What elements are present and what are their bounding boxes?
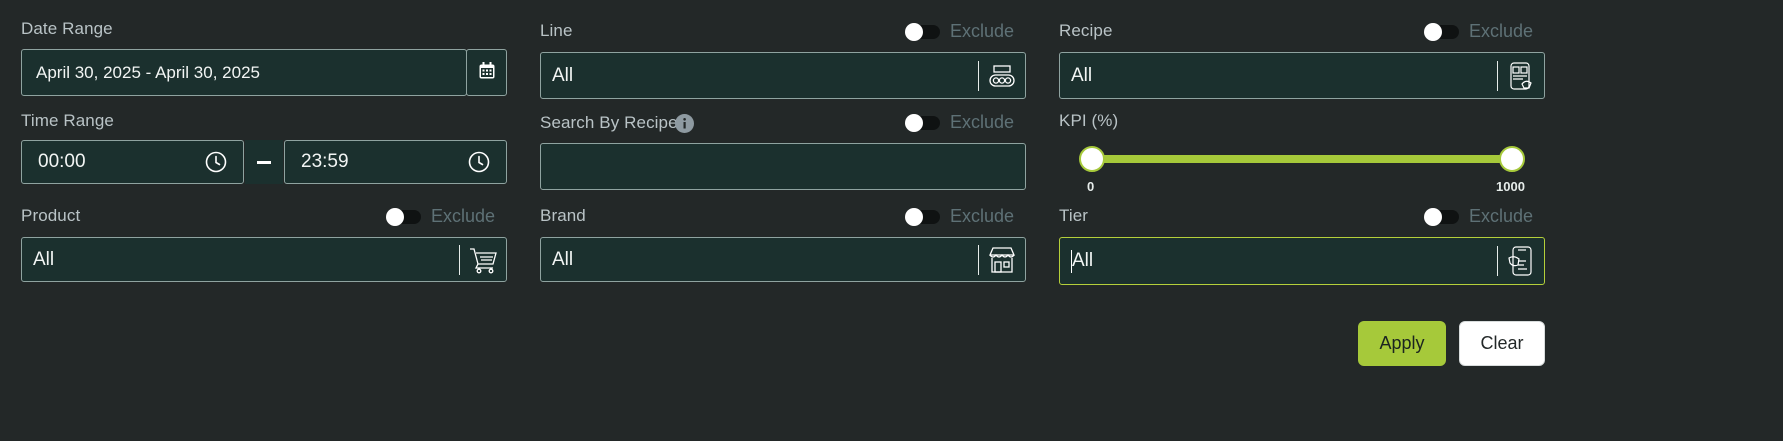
toggle-track[interactable] [905, 207, 940, 226]
divider [1497, 60, 1498, 91]
toggle-knob [905, 113, 923, 132]
date-range-value: April 30, 2025 - April 30, 2025 [36, 62, 260, 82]
product-exclude-toggle[interactable]: Exclude [386, 206, 496, 227]
time-start-input[interactable]: 00:00 [21, 140, 244, 184]
product-value: All [33, 248, 55, 270]
recipe-select[interactable]: All [1059, 52, 1545, 99]
toggle-knob [905, 207, 923, 226]
kpi-max-label: 1000 [1496, 179, 1525, 194]
brand-select[interactable]: All [540, 237, 1026, 282]
info-icon[interactable] [675, 114, 694, 138]
search-by-recipe-exclude-toggle[interactable]: Exclude [905, 112, 1015, 133]
exclude-label: Exclude [1469, 21, 1534, 41]
clock-icon[interactable] [205, 151, 227, 173]
brand-value: All [552, 248, 574, 270]
toggle-track[interactable] [905, 113, 940, 132]
search-by-recipe-label: Search By Recipe [540, 113, 678, 132]
apply-button[interactable]: Apply [1358, 321, 1446, 366]
time-end-input[interactable]: 23:59 [284, 140, 507, 184]
exclude-label: Exclude [950, 112, 1015, 132]
toggle-knob [1424, 22, 1442, 41]
conveyor-icon [988, 64, 1016, 88]
product-label: Product [21, 206, 81, 225]
text-cursor [1071, 250, 1072, 273]
shopping-cart-icon [468, 246, 498, 274]
exclude-label: Exclude [431, 206, 496, 226]
divider [459, 244, 460, 275]
date-range-input[interactable]: April 30, 2025 - April 30, 2025 [21, 49, 467, 96]
toggle-knob [905, 22, 923, 41]
exclude-label: Exclude [950, 21, 1015, 41]
time-range-label: Time Range [21, 111, 114, 130]
tier-label: Tier [1059, 206, 1089, 225]
storefront-icon [988, 246, 1016, 274]
divider [1497, 246, 1498, 276]
tier-select[interactable]: All [1059, 237, 1545, 285]
toggle-track[interactable] [1424, 207, 1459, 226]
line-exclude-toggle[interactable]: Exclude [905, 21, 1015, 42]
recipe-label: Recipe [1059, 21, 1113, 40]
calendar-icon [479, 61, 495, 84]
recipe-value: All [1071, 64, 1093, 86]
exclude-label: Exclude [950, 206, 1015, 226]
line-select[interactable]: All [540, 52, 1026, 99]
time-range-separator [245, 140, 283, 184]
search-by-recipe-input[interactable] [540, 143, 1026, 190]
clear-button[interactable]: Clear [1459, 321, 1545, 366]
toggle-track[interactable] [905, 22, 940, 41]
calendar-button[interactable] [466, 49, 507, 96]
recipe-phone-icon [1508, 61, 1534, 90]
toggle-track[interactable] [386, 207, 421, 226]
divider [978, 60, 979, 91]
line-label: Line [540, 21, 573, 40]
tier-exclude-toggle[interactable]: Exclude [1424, 206, 1534, 227]
toggle-track[interactable] [1424, 22, 1459, 41]
line-value: All [552, 64, 574, 86]
kpi-min-label: 0 [1087, 179, 1095, 194]
product-select[interactable]: All [21, 237, 507, 282]
tier-phone-icon [1508, 246, 1534, 276]
slider-handle-max[interactable] [1499, 146, 1525, 172]
date-range-label: Date Range [21, 19, 113, 38]
clock-icon[interactable] [468, 151, 490, 173]
toggle-knob [1424, 207, 1442, 226]
slider-track[interactable] [1091, 155, 1513, 163]
brand-exclude-toggle[interactable]: Exclude [905, 206, 1015, 227]
exclude-label: Exclude [1469, 206, 1534, 226]
brand-label: Brand [540, 206, 586, 225]
tier-value: All [1072, 250, 1094, 271]
toggle-knob [386, 207, 404, 226]
kpi-label: KPI (%) [1059, 111, 1119, 130]
recipe-exclude-toggle[interactable]: Exclude [1424, 21, 1534, 42]
slider-handle-min[interactable] [1079, 146, 1105, 172]
divider [978, 244, 979, 275]
kpi-range-slider[interactable] [1079, 145, 1525, 173]
